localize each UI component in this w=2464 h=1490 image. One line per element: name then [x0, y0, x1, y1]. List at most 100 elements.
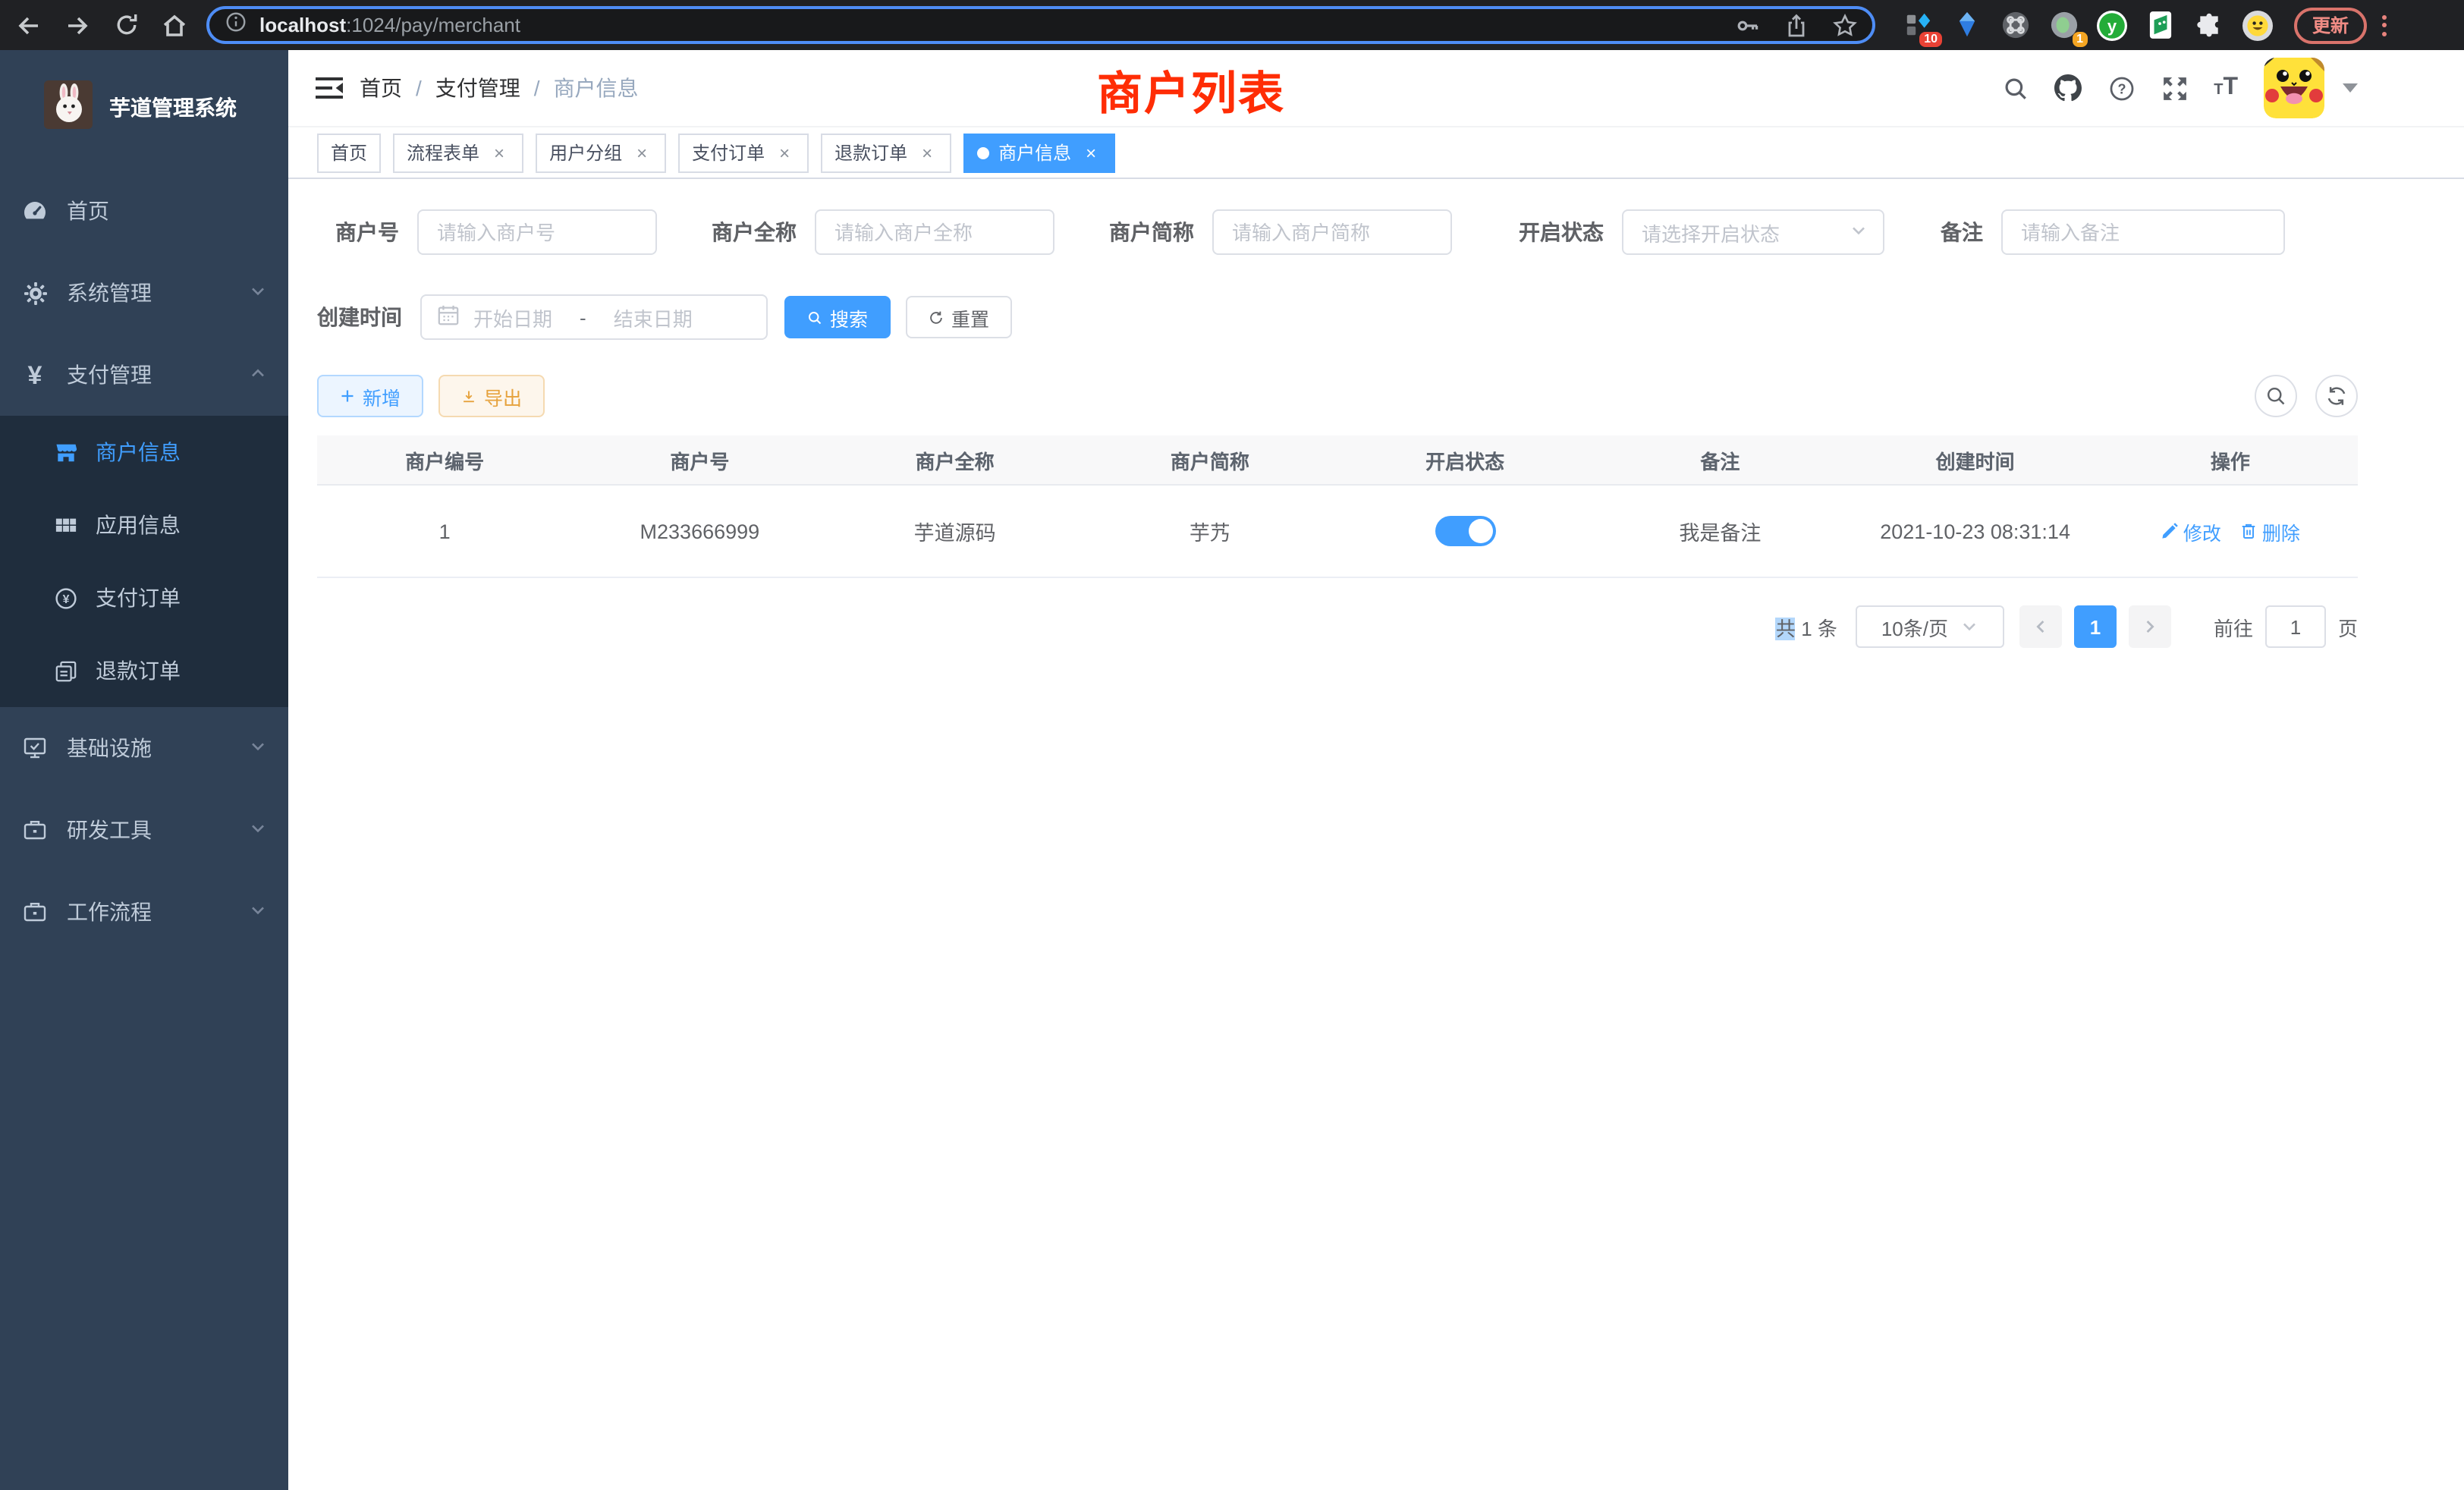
cell-remark: 我是备注	[1592, 516, 1847, 546]
svg-text:?: ?	[2117, 80, 2126, 96]
app-logo[interactable]: 芋道管理系统	[0, 50, 288, 152]
search-button[interactable]: 搜索	[784, 296, 891, 338]
delete-link[interactable]: 删除	[2239, 517, 2300, 545]
browser-menu-icon[interactable]	[2382, 14, 2399, 36]
browser-back-icon[interactable]	[15, 11, 42, 39]
status-toggle[interactable]	[1435, 516, 1495, 546]
browser-refresh-icon[interactable]	[112, 11, 140, 39]
help-icon[interactable]: ?	[2107, 74, 2135, 102]
toggle-search-icon[interactable]	[2255, 375, 2297, 417]
goto-page-input[interactable]	[2265, 605, 2326, 648]
chevron-down-icon	[249, 281, 267, 305]
col-header: 商户编号	[317, 445, 572, 474]
tags-view: 首页 流程表单× 用户分组× 支付订单× 退款订单× 商户信息×	[288, 127, 2464, 179]
sidebar-item-app-info[interactable]: 应用信息	[0, 489, 288, 561]
profile-emoji-icon[interactable]	[2242, 10, 2273, 40]
extension-proxy-icon[interactable]: 1	[2048, 10, 2079, 40]
cell-full-name: 芋道源码	[828, 516, 1083, 546]
sidebar-item-label: 基础设施	[67, 733, 152, 763]
avatar-caret-icon[interactable]	[2343, 83, 2358, 93]
site-info-icon[interactable]	[225, 10, 247, 40]
chevron-down-icon	[249, 818, 267, 842]
share-icon[interactable]	[1784, 13, 1809, 37]
sidebar-item-workflow[interactable]: 工作流程	[0, 871, 288, 953]
status-select[interactable]: 请选择开启状态	[1622, 209, 1884, 255]
close-icon[interactable]: ×	[631, 142, 652, 163]
tab-home[interactable]: 首页	[317, 133, 381, 172]
refresh-table-icon[interactable]	[2315, 375, 2358, 417]
extensions-row: 10 1 y	[1903, 10, 2273, 40]
sidebar-item-merchant-info[interactable]: 商户信息	[0, 416, 288, 489]
cell-short-name: 芋艿	[1083, 516, 1337, 546]
cell-merchant-no: M233666999	[572, 520, 827, 542]
full-name-input[interactable]	[815, 209, 1054, 255]
col-header: 操作	[2103, 445, 2358, 474]
tab-user-group[interactable]: 用户分组×	[536, 133, 666, 172]
chevron-left-icon	[2032, 618, 2050, 636]
create-time-label: 创建时间	[317, 302, 402, 332]
sidebar-collapse-icon[interactable]	[314, 74, 344, 102]
export-button[interactable]: 导出	[438, 375, 545, 417]
tab-pay-order[interactable]: 支付订单×	[678, 133, 809, 172]
browser-forward-icon[interactable]	[64, 11, 91, 39]
sidebar-item-dev-tools[interactable]: 研发工具	[0, 789, 288, 871]
extension-command-icon[interactable]	[2000, 10, 2030, 40]
close-icon[interactable]: ×	[1080, 142, 1102, 163]
page-size-select[interactable]: 10条/页	[1856, 605, 2004, 648]
sidebar-item-pay-order[interactable]: ¥ 支付订单	[0, 561, 288, 634]
sidebar-item-payment[interactable]: ¥ 支付管理	[0, 334, 288, 416]
top-navbar: 首页 / 支付管理 / 商户信息 商户列表 ? TT	[288, 50, 2464, 127]
font-size-icon[interactable]: TT	[2214, 74, 2238, 102]
remark-input[interactable]	[2001, 209, 2285, 255]
cell-id: 1	[317, 520, 572, 542]
browser-update-button[interactable]: 更新	[2294, 7, 2367, 43]
date-range-picker[interactable]: 开始日期 - 结束日期	[420, 294, 768, 340]
close-icon[interactable]: ×	[489, 142, 510, 163]
current-page-button[interactable]: 1	[2074, 605, 2117, 648]
prev-page-button[interactable]	[2019, 605, 2062, 648]
add-button[interactable]: 新增	[317, 375, 423, 417]
page-suffix-label: 页	[2338, 612, 2358, 641]
password-key-icon[interactable]	[1736, 13, 1760, 37]
breadcrumb-payment[interactable]: 支付管理	[435, 73, 520, 103]
user-avatar[interactable]	[2264, 58, 2324, 118]
short-name-input[interactable]	[1212, 209, 1452, 255]
extension-tabs-icon[interactable]: 10	[1903, 10, 1933, 40]
fullscreen-icon[interactable]	[2161, 74, 2188, 102]
sidebar-item-label: 首页	[67, 196, 109, 226]
tab-process-form[interactable]: 流程表单×	[393, 133, 523, 172]
breadcrumb-home[interactable]: 首页	[360, 73, 402, 103]
browser-home-icon[interactable]	[161, 11, 188, 39]
monitor-icon	[23, 736, 47, 760]
extension-notes-icon[interactable]	[2145, 10, 2176, 40]
extensions-puzzle-icon[interactable]	[2194, 10, 2224, 40]
table-row: 1 M233666999 芋道源码 芋艿 我是备注 2021-10-23 08:…	[317, 486, 2358, 578]
app-title: 芋道管理系统	[109, 93, 237, 123]
edit-link[interactable]: 修改	[2161, 517, 2221, 545]
github-icon[interactable]	[2054, 74, 2082, 102]
tab-refund-order[interactable]: 退款订单×	[821, 133, 951, 172]
header-search-icon[interactable]	[2001, 74, 2029, 102]
next-page-button[interactable]	[2129, 605, 2171, 648]
sidebar-item-infra[interactable]: 基础设施	[0, 707, 288, 789]
browser-chrome: localhost:1024/pay/merchant 10 1 y	[0, 0, 2464, 50]
end-date-placeholder: 结束日期	[614, 303, 693, 332]
sidebar-item-home[interactable]: 首页	[0, 170, 288, 252]
extension-gem-icon[interactable]	[1951, 10, 1982, 40]
extension-badge: 10	[1919, 31, 1942, 46]
close-icon[interactable]: ×	[774, 142, 795, 163]
extension-y-icon[interactable]: y	[2097, 10, 2127, 40]
calendar-icon	[437, 303, 460, 331]
full-name-label: 商户全称	[693, 217, 797, 247]
close-icon[interactable]: ×	[916, 142, 938, 163]
sidebar-item-refund-order[interactable]: 退款订单	[0, 634, 288, 707]
breadcrumb-separator: /	[416, 76, 422, 100]
merchant-no-input[interactable]	[417, 209, 657, 255]
reset-button[interactable]: 重置	[906, 296, 1012, 338]
briefcase-icon	[23, 900, 47, 924]
merchant-no-label: 商户号	[317, 217, 399, 247]
bookmark-star-icon[interactable]	[1833, 13, 1857, 37]
url-bar[interactable]: localhost:1024/pay/merchant	[206, 6, 1875, 44]
tab-merchant-info[interactable]: 商户信息×	[963, 133, 1115, 172]
sidebar-item-system[interactable]: 系统管理	[0, 252, 288, 334]
